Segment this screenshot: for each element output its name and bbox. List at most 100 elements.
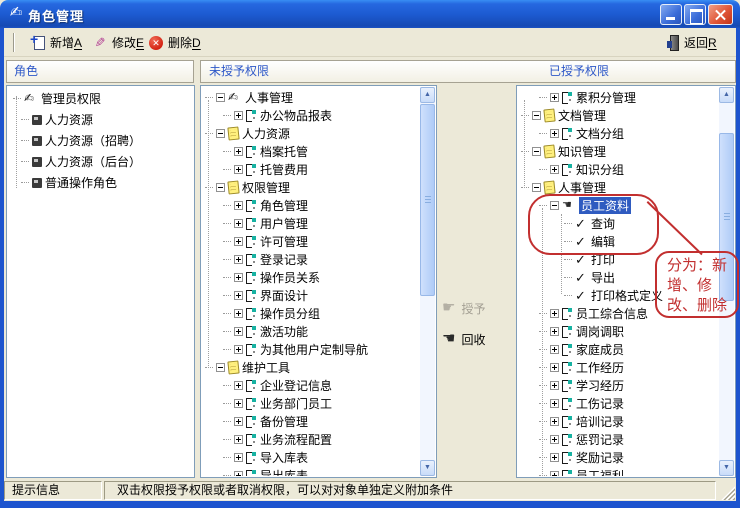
tree-item[interactable]: 知识管理: [518, 142, 719, 160]
expand-plus-icon[interactable]: [550, 129, 559, 138]
expand-plus-icon[interactable]: [550, 435, 559, 444]
expand-plus-icon[interactable]: [234, 399, 243, 408]
expand-plus-icon[interactable]: [550, 453, 559, 462]
scroll-down-icon[interactable]: [420, 460, 435, 476]
permission-icon: [246, 145, 257, 157]
tree-item[interactable]: 导入库表: [202, 448, 420, 466]
tree-item[interactable]: 人力资源: [202, 124, 420, 142]
grant-button[interactable]: 授予: [442, 296, 514, 320]
tree-item[interactable]: 管理员权限: [8, 88, 193, 109]
tree-item[interactable]: 知识分组: [518, 160, 719, 178]
expand-plus-icon[interactable]: [550, 327, 559, 336]
expand-plus-icon[interactable]: [234, 147, 243, 156]
tree-item[interactable]: 许可管理: [202, 232, 420, 250]
tree-item[interactable]: 导出库表: [202, 466, 420, 476]
tree-item[interactable]: 托管费用: [202, 160, 420, 178]
tree-item[interactable]: 文档分组: [518, 124, 719, 142]
tree-item[interactable]: 人事管理: [202, 88, 420, 106]
expand-plus-icon[interactable]: [234, 417, 243, 426]
expand-plus-icon[interactable]: [550, 399, 559, 408]
tree-item[interactable]: 备份管理: [202, 412, 420, 430]
modify-button[interactable]: 修改E: [88, 31, 149, 54]
tree-item[interactable]: 工作经历: [518, 358, 719, 376]
scroll-up-icon[interactable]: [719, 87, 734, 103]
scrollbar-thumb[interactable]: [420, 104, 435, 296]
collapse-minus-icon[interactable]: [216, 363, 225, 372]
expand-plus-icon[interactable]: [550, 345, 559, 354]
permission-icon: [246, 199, 257, 211]
resize-grip[interactable]: [721, 486, 735, 500]
tree-item[interactable]: 业务流程配置: [202, 430, 420, 448]
expand-plus-icon[interactable]: [550, 417, 559, 426]
tree-item[interactable]: 调岗调职: [518, 322, 719, 340]
back-button[interactable]: 返回R: [662, 31, 722, 54]
collapse-minus-icon[interactable]: [532, 147, 541, 156]
expand-plus-icon[interactable]: [234, 327, 243, 336]
collapse-minus-icon[interactable]: [216, 93, 225, 102]
tree-guide: [521, 115, 529, 116]
expand-plus-icon[interactable]: [234, 111, 243, 120]
tree-item[interactable]: 角色管理: [202, 196, 420, 214]
collapse-minus-icon[interactable]: [216, 183, 225, 192]
tree-item[interactable]: 人力资源（招聘）: [8, 130, 193, 151]
expand-plus-icon[interactable]: [550, 165, 559, 174]
tree-item[interactable]: 员工福利: [518, 466, 719, 476]
expand-plus-icon[interactable]: [234, 237, 243, 246]
tree-item[interactable]: 界面设计: [202, 286, 420, 304]
expand-plus-icon[interactable]: [234, 435, 243, 444]
ungranted-scrollbar[interactable]: [420, 87, 435, 476]
tree-item[interactable]: 人力资源: [8, 109, 193, 130]
tree-item[interactable]: 权限管理: [202, 178, 420, 196]
expand-plus-icon[interactable]: [234, 201, 243, 210]
scroll-down-icon[interactable]: [719, 460, 734, 476]
expand-plus-icon[interactable]: [550, 93, 559, 102]
tree-item[interactable]: 办公物品报表: [202, 106, 420, 124]
tree-item[interactable]: 普通操作角色: [8, 172, 193, 193]
delete-button[interactable]: 删除D: [144, 31, 206, 54]
revoke-button[interactable]: 回收: [442, 327, 514, 351]
scroll-up-icon[interactable]: [420, 87, 435, 103]
add-button[interactable]: 新增A: [26, 31, 87, 54]
expand-plus-icon[interactable]: [234, 219, 243, 228]
tree-item[interactable]: 累积分管理: [518, 88, 719, 106]
tree-item[interactable]: 操作员分组: [202, 304, 420, 322]
tree-item[interactable]: 维护工具: [202, 358, 420, 376]
tree-item[interactable]: 业务部门员工: [202, 394, 420, 412]
tree-item[interactable]: 家庭成员: [518, 340, 719, 358]
tree-item[interactable]: 登录记录: [202, 250, 420, 268]
tree-item[interactable]: 企业登记信息: [202, 376, 420, 394]
collapse-minus-icon[interactable]: [532, 111, 541, 120]
expand-plus-icon[interactable]: [234, 453, 243, 462]
tree-item[interactable]: 惩罚记录: [518, 430, 719, 448]
close-button[interactable]: [708, 4, 733, 25]
collapse-minus-icon[interactable]: [532, 183, 541, 192]
modify-button-label: 修改: [112, 36, 136, 50]
expand-plus-icon[interactable]: [550, 363, 559, 372]
expand-plus-icon[interactable]: [234, 381, 243, 390]
minimize-button[interactable]: [660, 4, 682, 25]
expand-plus-icon[interactable]: [234, 309, 243, 318]
expand-plus-icon[interactable]: [234, 255, 243, 264]
tree-item[interactable]: 激活功能: [202, 322, 420, 340]
expand-plus-icon[interactable]: [234, 345, 243, 354]
tree-item[interactable]: 学习经历: [518, 376, 719, 394]
tree-item[interactable]: 人力资源（后台）: [8, 151, 193, 172]
tree-item[interactable]: 档案托管: [202, 142, 420, 160]
collapse-minus-icon[interactable]: [216, 129, 225, 138]
ungranted-permissions-tree: 人事管理办公物品报表人力资源档案托管托管费用权限管理角色管理用户管理许可管理登录…: [202, 88, 420, 476]
expand-plus-icon[interactable]: [234, 273, 243, 282]
expand-plus-icon[interactable]: [234, 165, 243, 174]
tree-item[interactable]: 为其他用户定制导航: [202, 340, 420, 358]
tree-item[interactable]: 用户管理: [202, 214, 420, 232]
expand-plus-icon[interactable]: [234, 471, 243, 477]
tree-item[interactable]: 文档管理: [518, 106, 719, 124]
expand-plus-icon[interactable]: [550, 381, 559, 390]
tree-item[interactable]: 操作员关系: [202, 268, 420, 286]
maximize-button[interactable]: [684, 4, 706, 25]
tree-item[interactable]: 培训记录: [518, 412, 719, 430]
expand-plus-icon[interactable]: [550, 309, 559, 318]
tree-item[interactable]: 工伤记录: [518, 394, 719, 412]
tree-item[interactable]: 奖励记录: [518, 448, 719, 466]
expand-plus-icon[interactable]: [234, 291, 243, 300]
expand-plus-icon[interactable]: [550, 471, 559, 477]
